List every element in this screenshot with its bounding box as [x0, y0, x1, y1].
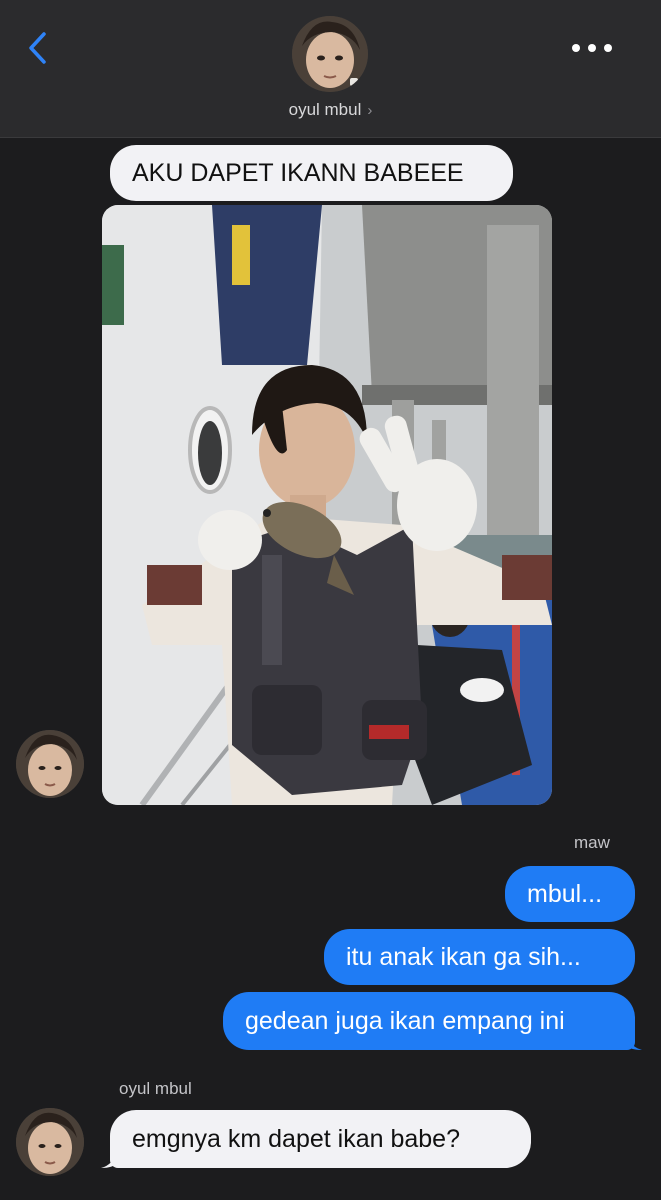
- ellipsis-icon: [572, 44, 612, 52]
- avatar-photo: [292, 16, 368, 92]
- contact-avatar-small[interactable]: [16, 730, 84, 798]
- back-button[interactable]: [22, 28, 56, 68]
- outgoing-message[interactable]: mbul...: [505, 866, 635, 922]
- avatar-photo: [16, 1108, 84, 1176]
- message-text: emgnya km dapet ikan babe?: [132, 1125, 460, 1153]
- message-text: itu anak ikan ga sih...: [346, 943, 581, 971]
- outgoing-message[interactable]: gedean juga ikan empang ini: [223, 992, 635, 1050]
- outgoing-message[interactable]: itu anak ikan ga sih...: [324, 929, 635, 985]
- incoming-message[interactable]: emgnya km dapet ikan babe?: [110, 1110, 531, 1168]
- sender-label: oyul mbul: [119, 1079, 192, 1098]
- message-text: mbul...: [527, 880, 603, 908]
- contact-avatar-small[interactable]: [16, 1108, 84, 1176]
- sender-label: maw: [574, 833, 610, 852]
- message-text: gedean juga ikan empang ini: [245, 1007, 565, 1035]
- incoming-message[interactable]: AKU DAPET IKANN BABEEE: [110, 145, 513, 201]
- contact-avatar[interactable]: [292, 16, 368, 92]
- more-options-button[interactable]: [567, 36, 617, 60]
- chevron-left-icon: [29, 32, 46, 64]
- bubble-tail-icon: [626, 1033, 642, 1050]
- photo-attachment[interactable]: [102, 205, 552, 805]
- message-text: AKU DAPET IKANN BABEEE: [132, 159, 464, 187]
- avatar-photo: [16, 730, 84, 798]
- contact-name-row[interactable]: oyul mbul ›: [0, 100, 661, 120]
- contact-name: oyul mbul: [288, 100, 362, 119]
- chevron-right-icon: ›: [367, 102, 373, 119]
- conversation-header: oyul mbul ›: [0, 0, 661, 138]
- photo-fishing-boat: [102, 205, 552, 805]
